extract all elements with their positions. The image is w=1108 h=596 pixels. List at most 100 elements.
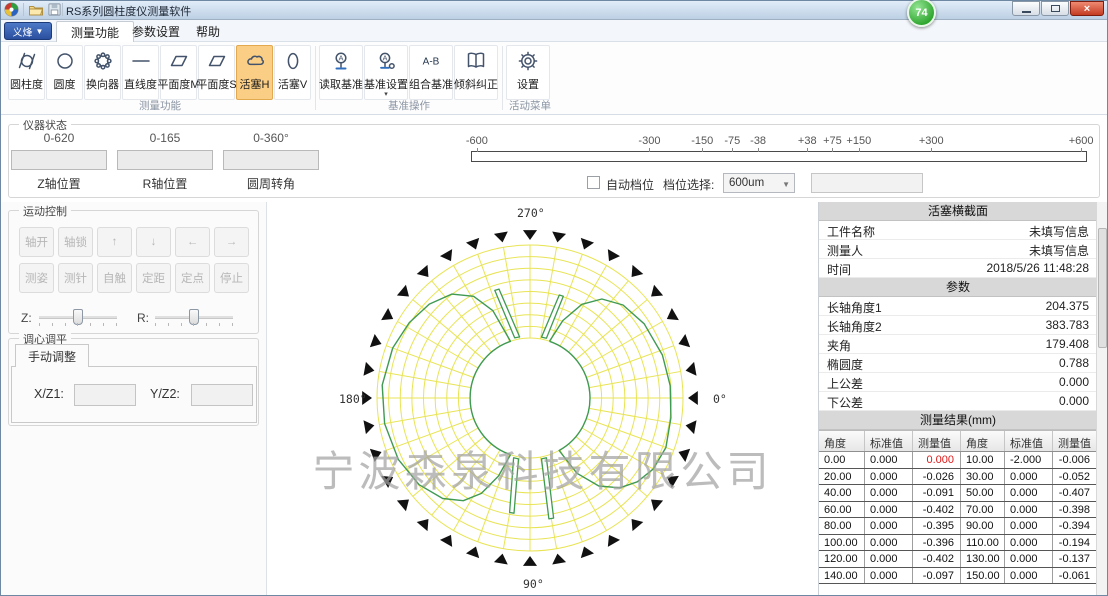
title-bar: RS系列圆柱度仪测量软件 × (0, 0, 1108, 20)
row-label: 工件名称 (827, 223, 875, 240)
gear-value-field[interactable] (811, 173, 923, 193)
motion-button[interactable]: ← (175, 227, 210, 257)
ribbon-button-label: 读取基准 (319, 76, 363, 92)
ribbon-button-piston-v[interactable]: 活塞V (274, 45, 311, 100)
motion-button[interactable]: 轴开 (19, 227, 54, 257)
ribbon-button-cylindricity[interactable]: 圆柱度 (8, 45, 45, 100)
grid-spoke (551, 254, 583, 341)
maximize-button[interactable] (1041, 1, 1069, 16)
row-value: 0.788 (1059, 356, 1089, 370)
yz2-field[interactable] (191, 384, 253, 406)
table-row: 0.000.0000.00010.00-2.000-0.006 (819, 452, 1097, 469)
angle-marker-triangle (632, 519, 644, 531)
angle-marker-triangle (632, 265, 644, 277)
table-cell: 0.000 (1005, 469, 1053, 485)
motion-button[interactable]: ↓ (136, 227, 171, 257)
close-button[interactable]: × (1070, 1, 1104, 16)
panel-scrollbar[interactable] (1096, 202, 1108, 596)
angle-marker-triangle (667, 308, 679, 320)
table-cell: -0.061 (1053, 568, 1097, 584)
tab-help[interactable]: 帮助 (182, 21, 234, 42)
motion-button[interactable]: → (214, 227, 249, 257)
window-title: RS系列圆柱度仪测量软件 (66, 3, 191, 19)
table-cell: 30.00 (961, 469, 1005, 485)
angle-marker-triangle (608, 535, 620, 547)
angle-marker-triangle (686, 362, 697, 376)
ribbon-button-piston-h[interactable]: 活塞H (236, 45, 273, 100)
menu-bar: 义烽 ▼ 测量功能 参数设置 帮助 (0, 20, 1108, 42)
ruler-mark-label: +75 (823, 135, 842, 147)
table-cell: 0.000 (865, 469, 913, 485)
table-cell: 90.00 (961, 518, 1005, 534)
ribbon-button-datum-settings[interactable]: A基准设置▾ (364, 45, 408, 100)
ruler-mark-label: -300 (638, 135, 660, 147)
table-cell: 150.00 (961, 568, 1005, 584)
table-cell: 10.00 (961, 452, 1005, 468)
z-axis-slider[interactable] (39, 316, 117, 319)
app-menu-button[interactable]: 义烽 ▼ (4, 22, 52, 40)
gear-select-dropdown[interactable]: 600um ▼ (723, 173, 795, 193)
gear-select-label: 档位选择: (663, 176, 714, 193)
ribbon-button-flatness-s[interactable]: 平面度S (198, 45, 235, 100)
ruler-tick (649, 148, 650, 152)
tab-manual-adjust[interactable]: 手动调整 (15, 344, 89, 367)
ribbon-button-roundness[interactable]: 圆度 (46, 45, 83, 100)
axis-position-field[interactable] (117, 150, 213, 170)
axis-position-field[interactable] (223, 150, 319, 170)
ribbon-button-flatness-m[interactable]: 平面度M (160, 45, 197, 100)
tilt-correct-icon (464, 49, 488, 73)
minimize-icon (1022, 11, 1031, 13)
motion-button[interactable]: ↑ (97, 227, 132, 257)
motion-button[interactable]: 轴锁 (58, 227, 93, 257)
ribbon-button-commutator[interactable]: 换向器 (84, 45, 121, 100)
xz1-label: X/Z1: (34, 387, 64, 401)
angle-marker-triangle (440, 535, 452, 547)
ribbon-button-combine-datum[interactable]: A-B组合基准 (409, 45, 453, 100)
angle-marker-triangle (651, 500, 663, 512)
grid-spoke (379, 408, 471, 424)
r-axis-slider[interactable] (155, 316, 233, 319)
motion-button[interactable]: 定距 (136, 263, 171, 293)
piston-groove-trace (510, 458, 519, 513)
motion-button[interactable]: 测姿 (19, 263, 54, 293)
axis-range-label: 0-620 (11, 131, 107, 145)
measurement-table: 角度标准值测量值角度标准值测量值 0.000.0000.00010.00-2.0… (819, 430, 1097, 584)
ribbon-button-tilt-correct[interactable]: 倾斜纠正 (454, 45, 498, 100)
auto-gear-checkbox[interactable] (587, 176, 600, 189)
row-label: 椭圆度 (827, 356, 863, 373)
ribbon-button-read-datum[interactable]: A读取基准 (319, 45, 363, 100)
motion-button[interactable]: 定点 (175, 263, 210, 293)
maximize-icon (1051, 5, 1060, 12)
open-folder-icon[interactable] (28, 2, 44, 18)
ribbon-button-settings-gear[interactable]: 设置 (506, 45, 550, 100)
axis-position-field[interactable] (11, 150, 107, 170)
info-row: 工件名称未填写信息 (819, 221, 1097, 240)
ribbon-button-straightness[interactable]: 直线度 (122, 45, 159, 100)
table-cell: 80.00 (819, 518, 865, 534)
r-slider-ticks (155, 323, 233, 326)
save-icon[interactable] (47, 2, 63, 18)
ruler-tick (859, 148, 860, 152)
row-value: 0.000 (1059, 375, 1089, 389)
grid-ring (458, 326, 601, 469)
grid-spoke (551, 454, 583, 541)
table-cell: -0.398 (1053, 502, 1097, 518)
info-row: 长轴角度2383.783 (819, 316, 1097, 335)
combine-datum-icon: A-B (419, 49, 443, 73)
minimize-button[interactable] (1012, 1, 1040, 16)
motion-button[interactable]: 停止 (214, 263, 249, 293)
ruler-tick (702, 148, 703, 152)
info-row: 长轴角度1204.375 (819, 297, 1097, 316)
xz1-field[interactable] (74, 384, 136, 406)
ruler-tick (477, 148, 478, 152)
grid-spoke (386, 346, 473, 378)
scrollbar-thumb[interactable] (1098, 228, 1107, 348)
ruler-tick (807, 148, 808, 152)
axis-label-0: 0° (713, 392, 727, 406)
table-header-cell: 角度 (819, 431, 865, 451)
motion-button[interactable]: 自触 (97, 263, 132, 293)
angle-marker-triangle (381, 308, 393, 320)
motion-button[interactable]: 测针 (58, 263, 93, 293)
ruler-mark-label: +150 (846, 135, 871, 147)
instrument-status-title: 仪器状态 (19, 117, 71, 133)
